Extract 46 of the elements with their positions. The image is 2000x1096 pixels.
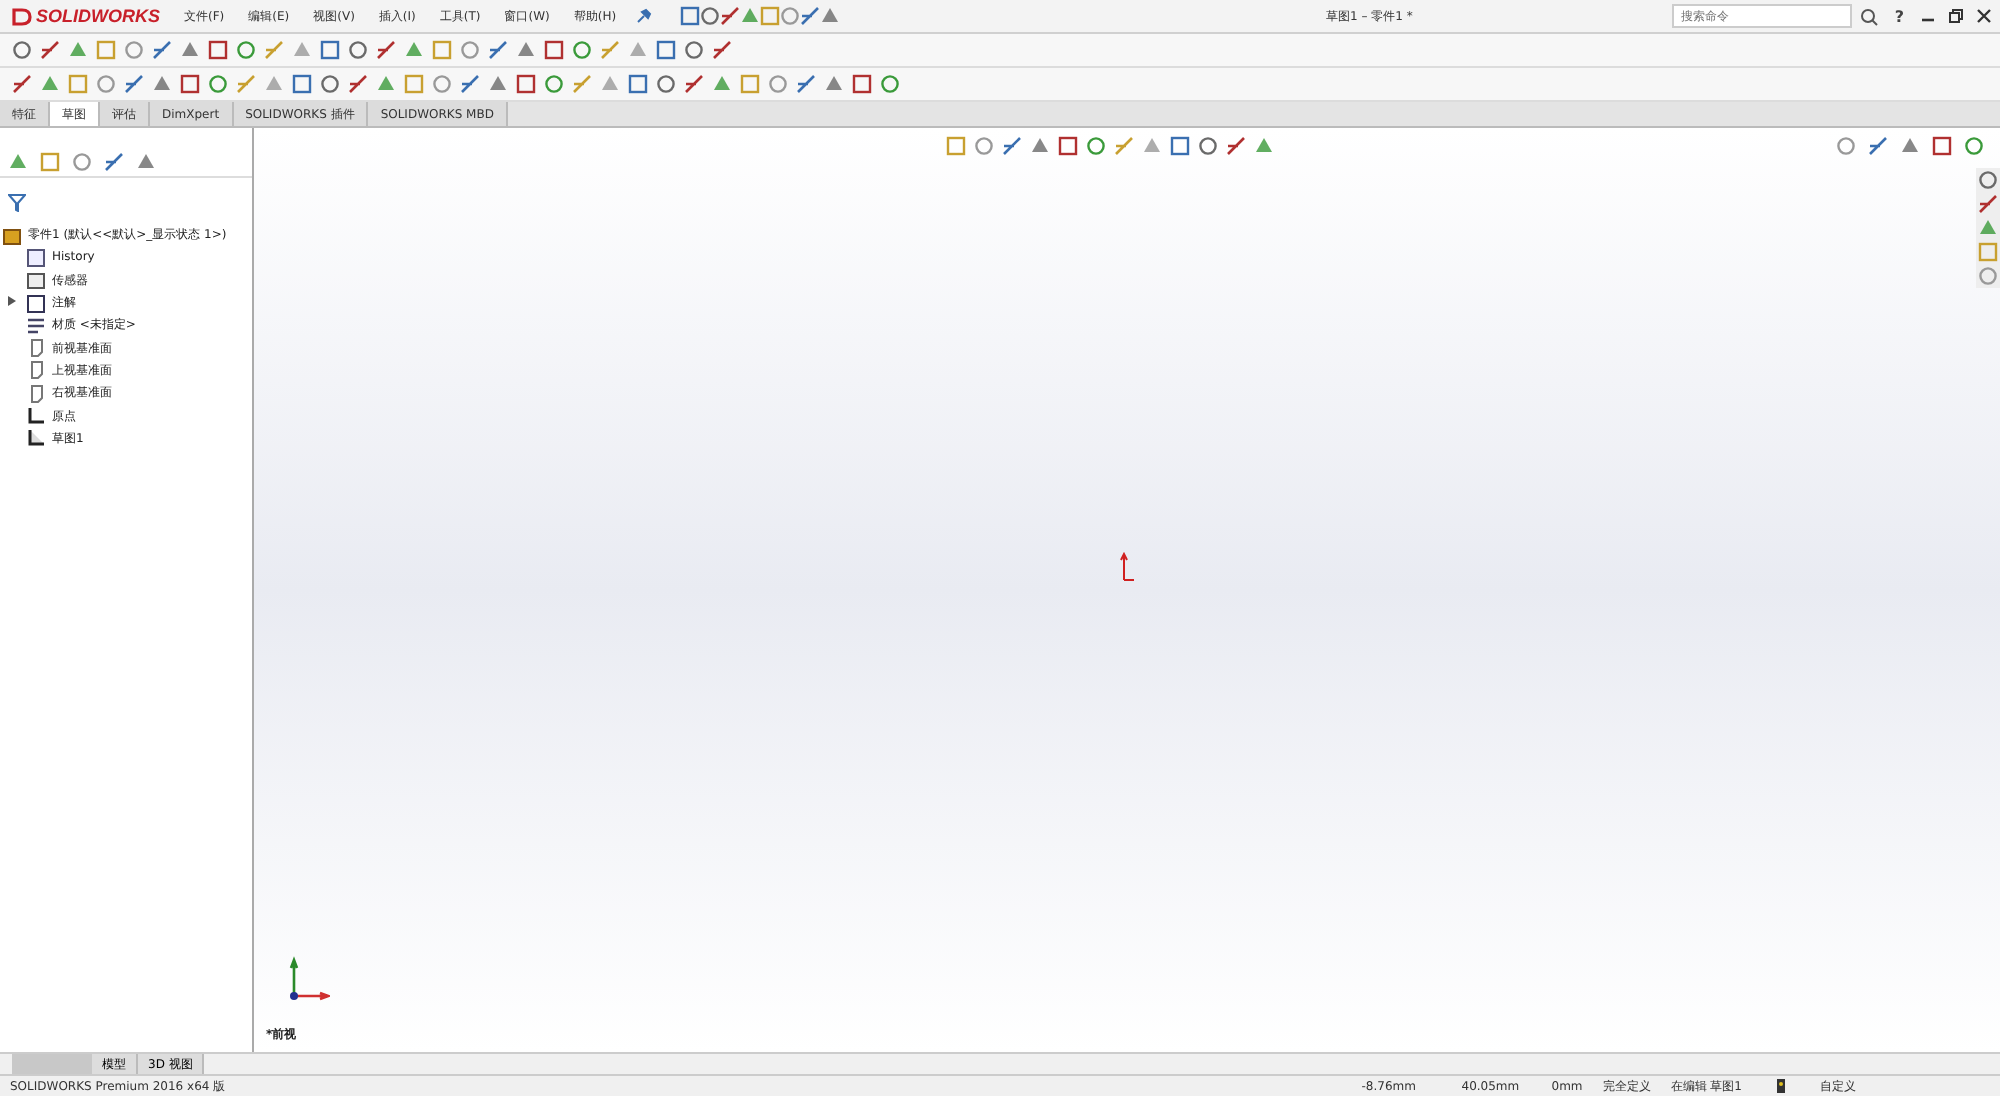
rebuild-icon[interactable] (1776, 1078, 1786, 1094)
help-button[interactable]: ? (1894, 7, 1904, 25)
tool-icon[interactable] (1836, 136, 1856, 156)
tool-icon[interactable] (680, 6, 701, 26)
tool-icon[interactable] (348, 74, 368, 94)
tool-icon[interactable] (136, 152, 156, 172)
plane-icon (26, 360, 46, 381)
annotation-icon (26, 293, 46, 314)
tool-icon[interactable] (376, 40, 396, 60)
tool-icon[interactable] (1226, 136, 1246, 156)
tool-icon[interactable] (1002, 136, 1022, 156)
restore-icon[interactable] (1948, 8, 1964, 24)
history-icon (26, 247, 46, 268)
tool-icon[interactable] (1978, 194, 1998, 214)
app-logo: SOLIDWORKS (36, 6, 160, 26)
tool-icon[interactable] (1254, 136, 1274, 156)
expand-arrow-icon[interactable] (8, 296, 16, 307)
sketch-icon (26, 428, 46, 449)
tool-icon[interactable] (152, 40, 172, 60)
plane-icon (26, 383, 46, 404)
tool-icon[interactable] (720, 6, 741, 26)
tool-icon[interactable] (712, 40, 732, 60)
tool-icon[interactable] (12, 74, 32, 94)
origin-icon (26, 406, 46, 427)
origin-icon (1120, 552, 1136, 584)
tool-icon[interactable] (800, 6, 821, 26)
search-icon[interactable] (1860, 7, 1879, 25)
tool-icon[interactable] (796, 74, 816, 94)
pin-icon[interactable] (636, 8, 653, 24)
sensor-icon (26, 270, 46, 291)
part-icon (2, 225, 22, 246)
axis-triad-icon (286, 956, 330, 1004)
tool-icon[interactable] (104, 152, 124, 172)
tool-icon[interactable] (700, 6, 721, 26)
tool-icon[interactable] (684, 74, 704, 94)
filter-icon[interactable] (8, 194, 26, 212)
close-icon[interactable] (1976, 8, 1992, 24)
plane-icon (26, 338, 46, 359)
material-icon (26, 315, 46, 336)
tool-icon[interactable] (488, 40, 508, 60)
tool-icon[interactable] (460, 74, 480, 94)
tool-icon[interactable] (124, 74, 144, 94)
logo-icon (12, 7, 32, 25)
tool-icon[interactable] (40, 40, 60, 60)
tool-icon[interactable] (1868, 136, 1888, 156)
tool-icon[interactable] (820, 6, 841, 26)
